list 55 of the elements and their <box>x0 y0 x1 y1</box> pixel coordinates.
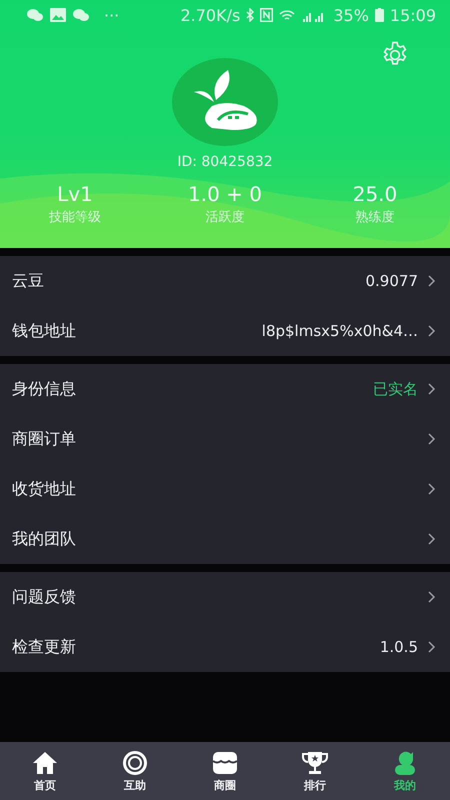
menu-row[interactable]: 我的团队 <box>0 514 450 564</box>
battery-percent: 35% <box>333 6 369 24</box>
chat-icon <box>72 8 90 22</box>
tab[interactable]: 互助 <box>90 742 180 800</box>
stat-value: 25.0 <box>352 182 398 206</box>
stat-label: 活跃度 <box>206 209 244 226</box>
clock: 15:09 <box>390 6 436 24</box>
stat-value: 1.0 + 0 <box>188 182 262 206</box>
nfc-icon <box>260 8 274 22</box>
menu-value: l8p$lmsx5%x0h&4… <box>262 322 418 340</box>
rings-icon <box>120 750 150 776</box>
chevron-icon <box>428 591 436 603</box>
chevron-icon <box>428 383 436 395</box>
menu-value: 已实名 <box>373 380 418 398</box>
tab[interactable]: 首页 <box>0 742 90 800</box>
menu-label: 钱包地址 <box>12 320 77 342</box>
chevron-icon <box>428 641 436 653</box>
chat-icon <box>26 8 44 22</box>
menu-label: 检查更新 <box>12 636 77 658</box>
menu-label: 收货地址 <box>12 478 77 500</box>
logo-icon <box>172 58 278 146</box>
trophy-icon <box>300 750 330 776</box>
tab[interactable]: 排行 <box>270 742 360 800</box>
menu-row[interactable]: 检查更新 1.0.5 <box>0 622 450 672</box>
image-icon <box>50 8 66 22</box>
menu-row[interactable]: 身份信息 已实名 <box>0 364 450 414</box>
tab[interactable]: 我的 <box>360 742 450 800</box>
user-id: ID: 80425832 <box>177 154 273 170</box>
battery-icon <box>374 8 384 22</box>
menu-label: 云豆 <box>12 270 45 292</box>
menu-row[interactable]: 收货地址 <box>0 464 450 514</box>
chevron-icon <box>428 325 436 337</box>
chevron-icon <box>428 433 436 445</box>
stat-label: 熟练度 <box>356 209 394 226</box>
stat-value: Lv1 <box>57 182 93 206</box>
wifi-icon <box>279 8 296 22</box>
menu-value: 1.0.5 <box>380 638 418 656</box>
chevron-icon <box>428 533 436 545</box>
store-icon <box>210 750 240 776</box>
menu-row[interactable]: 商圈订单 <box>0 414 450 464</box>
menu-label: 问题反馈 <box>12 586 77 608</box>
chevron-icon <box>428 483 436 495</box>
menu-label: 身份信息 <box>12 378 77 400</box>
menu-row[interactable]: 钱包地址 l8p$lmsx5%x0h&4… <box>0 306 450 356</box>
menu-row[interactable]: 云豆 0.9077 <box>0 256 450 306</box>
menu-label: 我的团队 <box>12 528 77 550</box>
network-speed: 2.70K/s <box>180 6 240 24</box>
menu-row[interactable]: 问题反馈 <box>0 572 450 622</box>
chevron-icon <box>428 275 436 287</box>
menu-label: 商圈订单 <box>12 428 77 450</box>
tab[interactable]: 商圈 <box>180 742 270 800</box>
stat-label: 技能等级 <box>49 209 101 226</box>
menu-value: 0.9077 <box>366 272 418 290</box>
bluetooth-icon <box>246 8 254 22</box>
more-indicator: ··· <box>104 6 120 24</box>
